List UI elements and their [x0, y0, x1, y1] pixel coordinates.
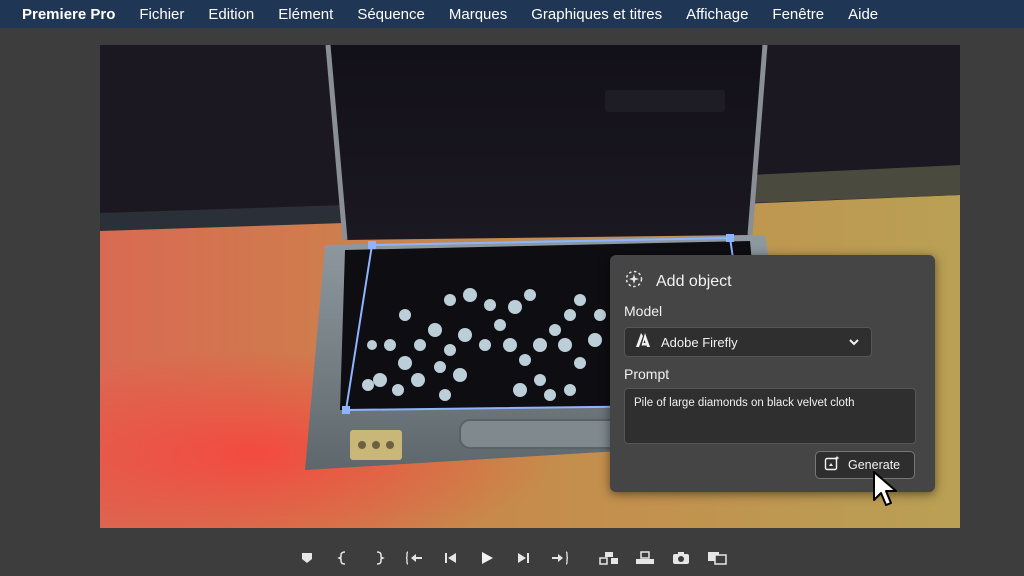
play-icon[interactable]	[469, 544, 505, 572]
adobe-firefly-logo-icon	[635, 332, 651, 353]
step-forward-icon[interactable]	[505, 544, 541, 572]
insert-icon[interactable]	[591, 544, 627, 572]
menu-edition[interactable]: Edition	[208, 6, 254, 23]
step-back-icon[interactable]	[433, 544, 469, 572]
panel-title: Add object	[656, 272, 732, 290]
menu-affichage[interactable]: Affichage	[686, 6, 748, 23]
add-marker-icon[interactable]	[289, 544, 325, 572]
mark-out-icon[interactable]	[361, 544, 397, 572]
menu-marques[interactable]: Marques	[449, 6, 507, 23]
model-label: Model	[624, 303, 663, 319]
export-frame-camera-icon[interactable]	[663, 544, 699, 572]
generative-sparkle-icon	[624, 269, 644, 294]
model-select[interactable]: Adobe Firefly	[624, 327, 872, 357]
overwrite-icon[interactable]	[627, 544, 663, 572]
mark-in-icon[interactable]	[325, 544, 361, 572]
playback-controls	[0, 540, 1024, 576]
generate-icon	[824, 455, 840, 476]
model-select-value: Adobe Firefly	[661, 334, 738, 350]
menu-bar: Premiere Pro Fichier Edition Elément Séq…	[0, 0, 1024, 28]
prompt-input[interactable]: Pile of large diamonds on black velvet c…	[624, 388, 916, 444]
compare-view-icon[interactable]	[699, 544, 735, 572]
menu-graphiques-et-titres[interactable]: Graphiques et titres	[531, 6, 662, 23]
panel-header: Add object	[624, 269, 732, 294]
go-to-in-icon[interactable]	[397, 544, 433, 572]
go-to-out-icon[interactable]	[541, 544, 577, 572]
mouse-pointer-icon	[873, 471, 897, 506]
add-object-panel: Add object Model Adobe Firefly Prompt Pi…	[610, 255, 935, 492]
menu-aide[interactable]: Aide	[848, 6, 878, 23]
menu-element[interactable]: Elément	[278, 6, 333, 23]
chevron-down-icon	[847, 335, 861, 354]
menu-fenetre[interactable]: Fenêtre	[772, 6, 824, 23]
menu-fichier[interactable]: Fichier	[139, 6, 184, 23]
app-name-menu[interactable]: Premiere Pro	[22, 6, 115, 23]
prompt-label: Prompt	[624, 366, 670, 382]
menu-sequence[interactable]: Séquence	[357, 6, 425, 23]
